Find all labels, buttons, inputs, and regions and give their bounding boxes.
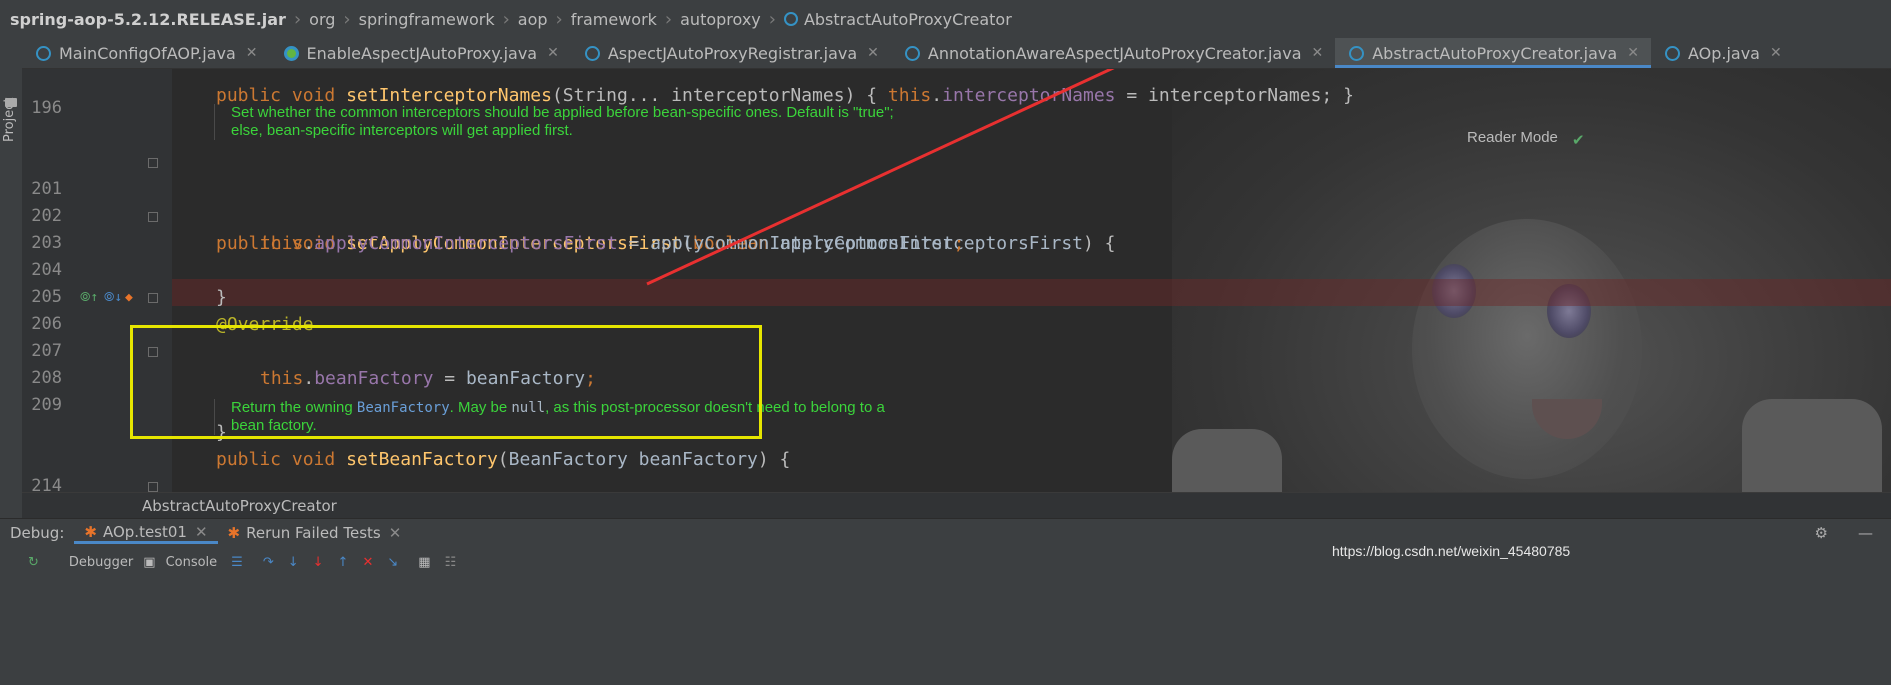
tab-console[interactable]: Console bbox=[156, 555, 228, 570]
breadcrumb-item-framework[interactable]: framework bbox=[571, 10, 657, 29]
chevron-right-icon: › bbox=[768, 8, 776, 30]
debug-label: Debug: bbox=[10, 524, 65, 542]
trace-icon[interactable]: ☷ bbox=[445, 555, 457, 570]
minimize-icon[interactable]: — bbox=[1858, 524, 1873, 542]
breadcrumb-item-class[interactable]: AbstractAutoProxyCreator bbox=[804, 10, 1012, 29]
menu-icon[interactable]: ☰ bbox=[231, 555, 243, 570]
close-icon[interactable]: ✕ bbox=[1770, 45, 1782, 61]
gear-icon[interactable]: ⚙ bbox=[1815, 524, 1828, 542]
tab-label: MainConfigOfAOP.java bbox=[59, 43, 236, 63]
step-over-icon[interactable]: ↷ bbox=[263, 555, 274, 570]
step-out-icon[interactable]: ↑ bbox=[338, 555, 349, 570]
chevron-right-icon: › bbox=[293, 8, 302, 30]
class-icon bbox=[1664, 45, 1680, 61]
class-icon bbox=[584, 45, 600, 61]
close-icon[interactable]: ✕ bbox=[867, 45, 879, 61]
close-icon[interactable]: ✕ bbox=[1627, 45, 1639, 61]
watermark-text: https://blog.csdn.net/weixin_45480785 bbox=[1332, 543, 1571, 559]
tab-annotationawareaspectjautoproxycreator[interactable]: AnnotationAwareAspectJAutoProxyCreator.j… bbox=[891, 38, 1335, 68]
force-step-into-icon[interactable]: ↓ bbox=[313, 555, 324, 570]
project-tool-strip: Project bbox=[0, 38, 23, 598]
breadcrumb-item-org[interactable]: org bbox=[309, 10, 335, 29]
close-icon[interactable]: ✕ bbox=[389, 524, 402, 542]
debug-toolbar: ↻ Debugger ▣ Console ☰ ↷ ↓ ↓ ↑ ✕ ↘ ▦ ☷ bbox=[0, 551, 1891, 573]
annotation-icon bbox=[283, 45, 299, 61]
tab-aspectjautoproxyregistrar[interactable]: AspectJAutoProxyRegistrar.java ✕ bbox=[571, 38, 891, 68]
rerun-icon[interactable]: ↻ bbox=[28, 555, 39, 570]
debug-tab-row: Debug: ✱ AOp.test01 ✕ ✱ Rerun Failed Tes… bbox=[0, 519, 1891, 547]
tab-rerun-failed-tests[interactable]: ✱ Rerun Failed Tests ✕ bbox=[218, 524, 412, 542]
class-icon bbox=[1349, 45, 1365, 61]
class-icon bbox=[904, 45, 920, 61]
tab-label: AnnotationAwareAspectJAutoProxyCreator.j… bbox=[927, 43, 1302, 63]
rerun-icon: ✱ bbox=[227, 524, 241, 542]
class-icon bbox=[36, 45, 51, 61]
tab-debugger[interactable]: Debugger bbox=[59, 555, 143, 570]
breadcrumb-item-aop[interactable]: aop bbox=[518, 10, 548, 29]
console-icon: ▣ bbox=[143, 554, 156, 570]
tab-label: AspectJAutoProxyRegistrar.java bbox=[607, 43, 858, 63]
folder-icon bbox=[5, 98, 17, 107]
run-to-cursor-icon[interactable]: ↘ bbox=[387, 555, 398, 570]
tab-aop-test01[interactable]: ✱ AOp.test01 ✕ bbox=[74, 522, 218, 544]
class-icon bbox=[783, 12, 798, 26]
close-icon[interactable]: ✕ bbox=[246, 45, 258, 61]
breadcrumb-item-autoproxy[interactable]: autoproxy bbox=[680, 10, 761, 29]
breadcrumb-item-springframework[interactable]: springframework bbox=[359, 10, 495, 29]
chevron-right-icon: › bbox=[664, 8, 673, 30]
evaluate-icon[interactable]: ▦ bbox=[418, 555, 430, 570]
tab-enableaspectjautoproxy[interactable]: EnableAspectJAutoProxy.java ✕ bbox=[270, 38, 571, 68]
breadcrumb: spring-aop-5.2.12.RELEASE.jar › org › sp… bbox=[0, 0, 1891, 38]
close-icon[interactable]: ✕ bbox=[1312, 45, 1324, 61]
debug-panel: Debug: ✱ AOp.test01 ✕ ✱ Rerun Failed Tes… bbox=[0, 518, 1891, 685]
close-icon[interactable]: ✕ bbox=[195, 523, 208, 541]
tab-label: EnableAspectJAutoProxy.java bbox=[306, 43, 538, 63]
chevron-right-icon: › bbox=[555, 8, 563, 30]
step-into-icon[interactable]: ↓ bbox=[288, 555, 299, 570]
chevron-right-icon: › bbox=[343, 8, 351, 30]
drop-frame-icon[interactable]: ✕ bbox=[362, 555, 373, 570]
tab-label: AbstractAutoProxyCreator.java bbox=[1372, 43, 1618, 63]
tab-label: AOp.java bbox=[1687, 43, 1760, 63]
close-icon[interactable]: ✕ bbox=[547, 45, 559, 61]
chevron-right-icon: › bbox=[502, 8, 510, 30]
editor-tabs: MainConfigOfAOP.java ✕ EnableAspectJAuto… bbox=[22, 38, 1891, 69]
debug-config-icon: ✱ bbox=[84, 522, 97, 541]
tab-aop[interactable]: AOp.java ✕ bbox=[1651, 38, 1794, 68]
breadcrumb-jar[interactable]: spring-aop-5.2.12.RELEASE.jar bbox=[10, 10, 286, 29]
tab-mainconfigofaop[interactable]: MainConfigOfAOP.java ✕ bbox=[22, 38, 270, 68]
tab-abstractautoproxycreator[interactable]: AbstractAutoProxyCreator.java ✕ bbox=[1335, 38, 1651, 68]
editor-path-bar: AbstractAutoProxyCreator bbox=[22, 492, 1891, 518]
